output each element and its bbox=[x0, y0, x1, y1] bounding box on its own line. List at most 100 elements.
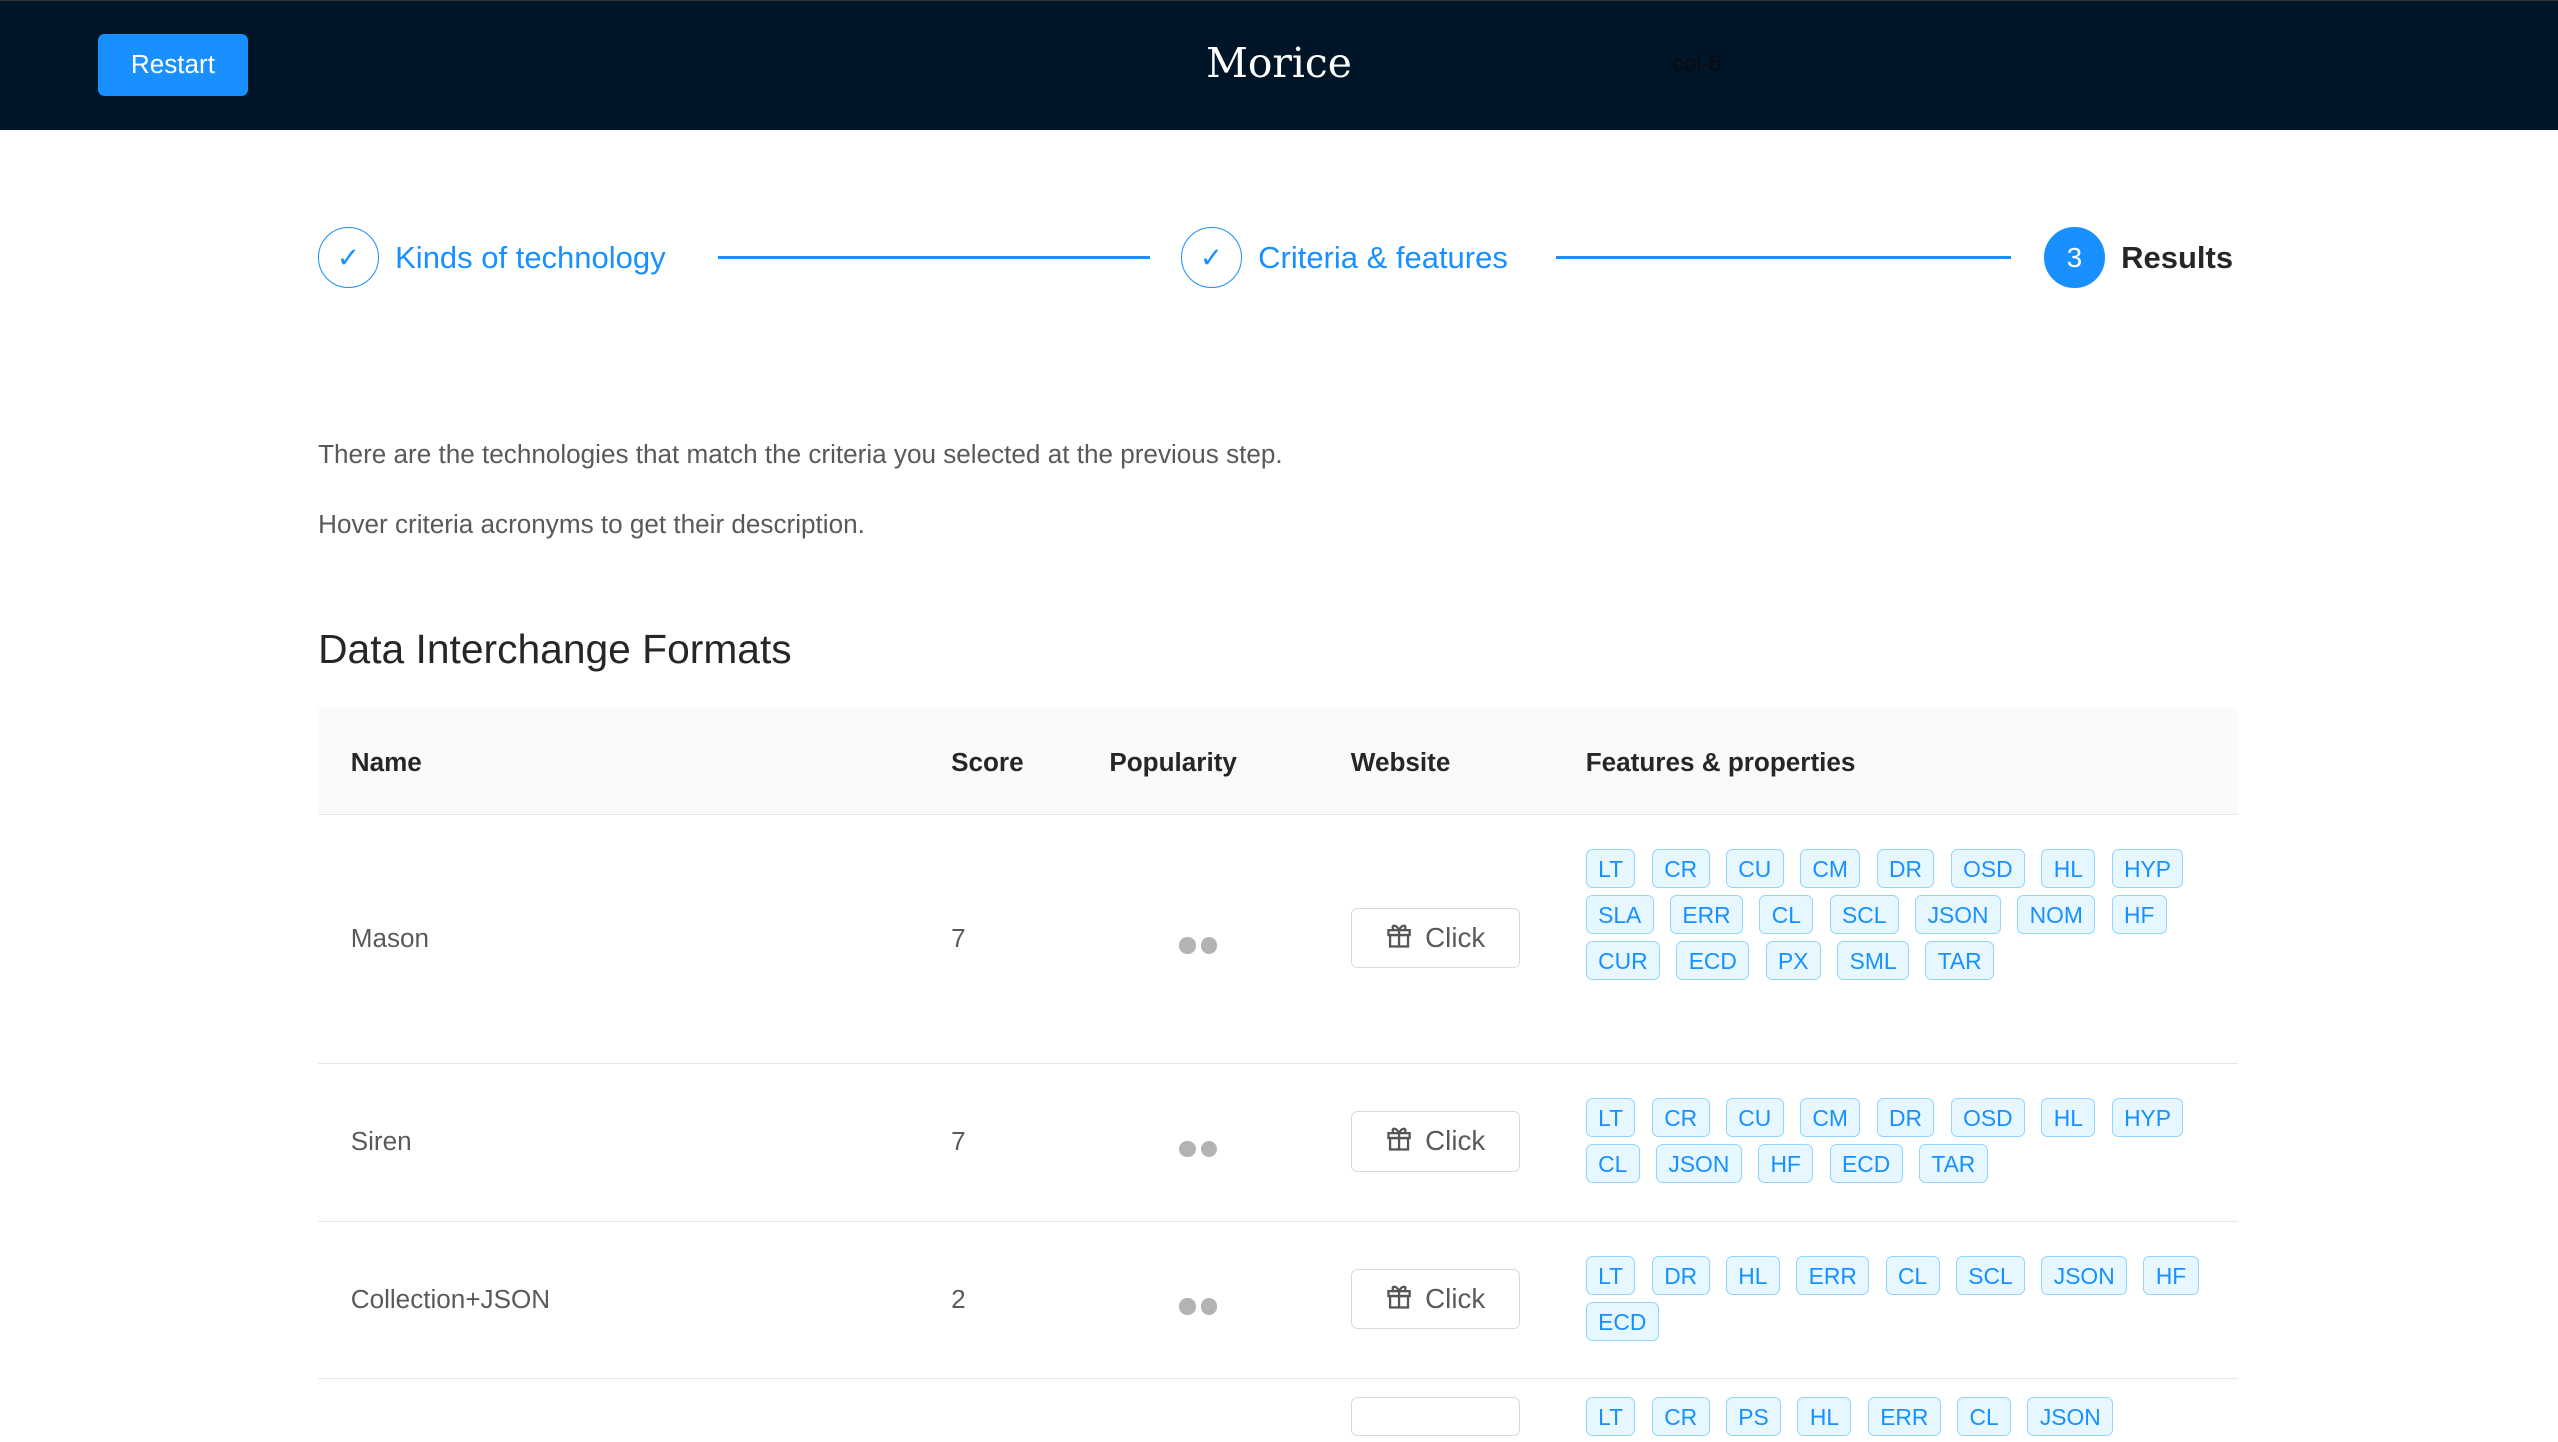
feature-tag[interactable]: LT bbox=[1585, 1397, 1636, 1437]
table-row: LT CR PS HL ERR CL JSON bbox=[318, 1379, 2238, 1437]
feature-tag[interactable]: HL bbox=[2041, 1098, 2096, 1138]
feature-tag[interactable]: OSD bbox=[1950, 849, 2026, 889]
feature-tag[interactable]: ECD bbox=[1585, 1301, 1659, 1341]
steps: ✓ Kinds of technology ✓ Criteria & featu… bbox=[318, 225, 2238, 290]
tech-score: 2 bbox=[951, 1283, 966, 1314]
feature-tag[interactable]: DR bbox=[1876, 849, 1935, 889]
feature-tag[interactable]: HF bbox=[2111, 894, 2167, 935]
feature-tag[interactable]: DR bbox=[1651, 1255, 1710, 1296]
feature-tag[interactable]: CU bbox=[1725, 1098, 1784, 1138]
feature-tag[interactable]: CR bbox=[1651, 1098, 1710, 1138]
popularity-dots bbox=[1179, 1140, 1217, 1157]
tech-name: Collection+JSON bbox=[350, 1283, 551, 1314]
feature-tag[interactable]: CM bbox=[1800, 849, 1861, 889]
gift-icon bbox=[1386, 1125, 1412, 1158]
feature-tag[interactable]: CR bbox=[1651, 1397, 1710, 1437]
feature-tag[interactable]: ECD bbox=[1829, 1143, 1903, 1184]
popularity-dots bbox=[1179, 1298, 1217, 1315]
feature-tag[interactable]: HL bbox=[2041, 849, 2096, 889]
feature-tag[interactable]: CL bbox=[1585, 1143, 1640, 1184]
feature-tag[interactable]: OSD bbox=[1950, 1098, 2026, 1138]
gift-icon bbox=[1386, 922, 1412, 955]
feature-tag[interactable]: PS bbox=[1725, 1397, 1782, 1437]
feature-tag[interactable]: HYP bbox=[2111, 1098, 2184, 1138]
feature-tag[interactable]: HYP bbox=[2111, 849, 2184, 889]
website-button[interactable]: Click bbox=[1350, 908, 1521, 969]
feature-tag[interactable]: ECD bbox=[1676, 940, 1750, 980]
section-title: Data Interchange Formats bbox=[318, 626, 792, 673]
feature-tag[interactable]: CL bbox=[1885, 1255, 1940, 1296]
step-kinds[interactable]: ✓ Kinds of technology bbox=[318, 225, 666, 290]
step-number: 3 bbox=[2044, 227, 2105, 289]
feature-tag[interactable]: JSON bbox=[2027, 1397, 2114, 1437]
website-label: Click bbox=[1425, 922, 1486, 954]
feature-tag[interactable]: SLA bbox=[1585, 894, 1654, 935]
hint-text: Hover criteria acronyms to get their des… bbox=[318, 508, 865, 539]
popularity-dot bbox=[1200, 937, 1217, 954]
results-table: Name Score Popularity Website Features &… bbox=[318, 708, 2239, 1437]
step-connector bbox=[717, 256, 1151, 260]
feature-tag[interactable]: DR bbox=[1876, 1098, 1935, 1138]
feature-tag[interactable]: CL bbox=[1957, 1397, 2012, 1437]
popularity-dots bbox=[1179, 937, 1217, 954]
feature-tag[interactable]: TAR bbox=[1918, 1143, 1988, 1184]
feature-tag[interactable]: TAR bbox=[1925, 940, 1995, 980]
col-website: Website bbox=[1350, 747, 1451, 778]
table-row: Collection+JSON 2 Click LT DR HL ERR CL SCL JSON… bbox=[318, 1222, 2239, 1380]
col-label: col-8 bbox=[1672, 49, 1722, 76]
step-criteria[interactable]: ✓ Criteria & features bbox=[1181, 225, 1508, 290]
feature-tag[interactable]: JSON bbox=[1915, 894, 2001, 935]
feature-tag[interactable]: JSON bbox=[1656, 1143, 1742, 1184]
feature-tag[interactable]: CL bbox=[1759, 894, 1814, 935]
feature-tag[interactable]: CR bbox=[1651, 849, 1710, 889]
col-popularity: Popularity bbox=[1109, 747, 1237, 778]
feature-tag[interactable]: ERR bbox=[1669, 894, 1743, 935]
tech-score: 7 bbox=[951, 922, 966, 953]
website-button[interactable]: Click bbox=[1350, 1111, 1521, 1172]
popularity-dot bbox=[1179, 1140, 1196, 1157]
col-name: Name bbox=[350, 747, 422, 778]
feature-tag[interactable]: CM bbox=[1800, 1098, 1861, 1138]
tech-name: Mason bbox=[350, 922, 430, 953]
tech-name: Siren bbox=[350, 1126, 412, 1156]
website-button[interactable] bbox=[1350, 1397, 1521, 1437]
popularity-dot bbox=[1200, 1298, 1217, 1315]
feature-tags: LT DR HL ERR CL SCL JSON HF ECD bbox=[1585, 1255, 2222, 1341]
check-icon: ✓ bbox=[1181, 227, 1242, 289]
intro-text: There are the technologies that match th… bbox=[318, 438, 1283, 469]
table-row: Mason 7 Click LT CR CU CM DR OSD HL HYP SLA ERR CL SC… bbox=[318, 815, 2239, 1065]
feature-tag[interactable]: PX bbox=[1765, 940, 1821, 980]
col-features: Features & properties bbox=[1585, 747, 1856, 778]
feature-tag[interactable]: SCL bbox=[1955, 1255, 2026, 1296]
feature-tags: LT CR CU CM DR OSD HL HYP CL JSON HF ECD TAR bbox=[1585, 1098, 2222, 1184]
feature-tag[interactable]: HL bbox=[1797, 1397, 1852, 1437]
step-label: Results bbox=[2121, 239, 2234, 275]
feature-tag[interactable]: HF bbox=[1758, 1143, 1814, 1184]
feature-tags: LT CR PS HL ERR CL JSON bbox=[1585, 1397, 2222, 1437]
website-label: Click bbox=[1425, 1283, 1486, 1315]
col-score: Score bbox=[951, 747, 1024, 778]
gift-icon bbox=[1386, 1283, 1412, 1316]
website-button[interactable]: Click bbox=[1350, 1268, 1521, 1330]
feature-tag[interactable]: SCL bbox=[1829, 894, 1899, 935]
feature-tag[interactable]: LT bbox=[1585, 1255, 1636, 1296]
feature-tag[interactable]: NOM bbox=[2017, 894, 2096, 935]
feature-tag[interactable]: HL bbox=[1725, 1255, 1780, 1296]
feature-tag[interactable]: LT bbox=[1585, 1098, 1636, 1138]
check-icon: ✓ bbox=[318, 227, 379, 289]
feature-tag[interactable]: HF bbox=[2143, 1255, 2199, 1296]
feature-tag[interactable]: JSON bbox=[2041, 1255, 2128, 1296]
feature-tag[interactable]: ERR bbox=[1796, 1255, 1870, 1296]
table-header: Name Score Popularity Website Features &… bbox=[318, 708, 2239, 816]
popularity-dot bbox=[1179, 1298, 1196, 1315]
popularity-dot bbox=[1200, 1140, 1217, 1157]
feature-tag[interactable]: ERR bbox=[1867, 1397, 1941, 1437]
table-row: Siren 7 Click LT CR CU CM DR OSD HL HYP CL JSON HF EC… bbox=[318, 1064, 2239, 1222]
feature-tag[interactable]: CUR bbox=[1585, 940, 1660, 980]
brand-title: Morice bbox=[1206, 38, 1352, 87]
feature-tag[interactable]: LT bbox=[1585, 849, 1636, 889]
feature-tag[interactable]: SML bbox=[1837, 940, 1909, 980]
feature-tag[interactable]: CU bbox=[1725, 849, 1784, 889]
step-results: 3 Results bbox=[2044, 225, 2233, 290]
step-connector bbox=[1556, 256, 2012, 260]
